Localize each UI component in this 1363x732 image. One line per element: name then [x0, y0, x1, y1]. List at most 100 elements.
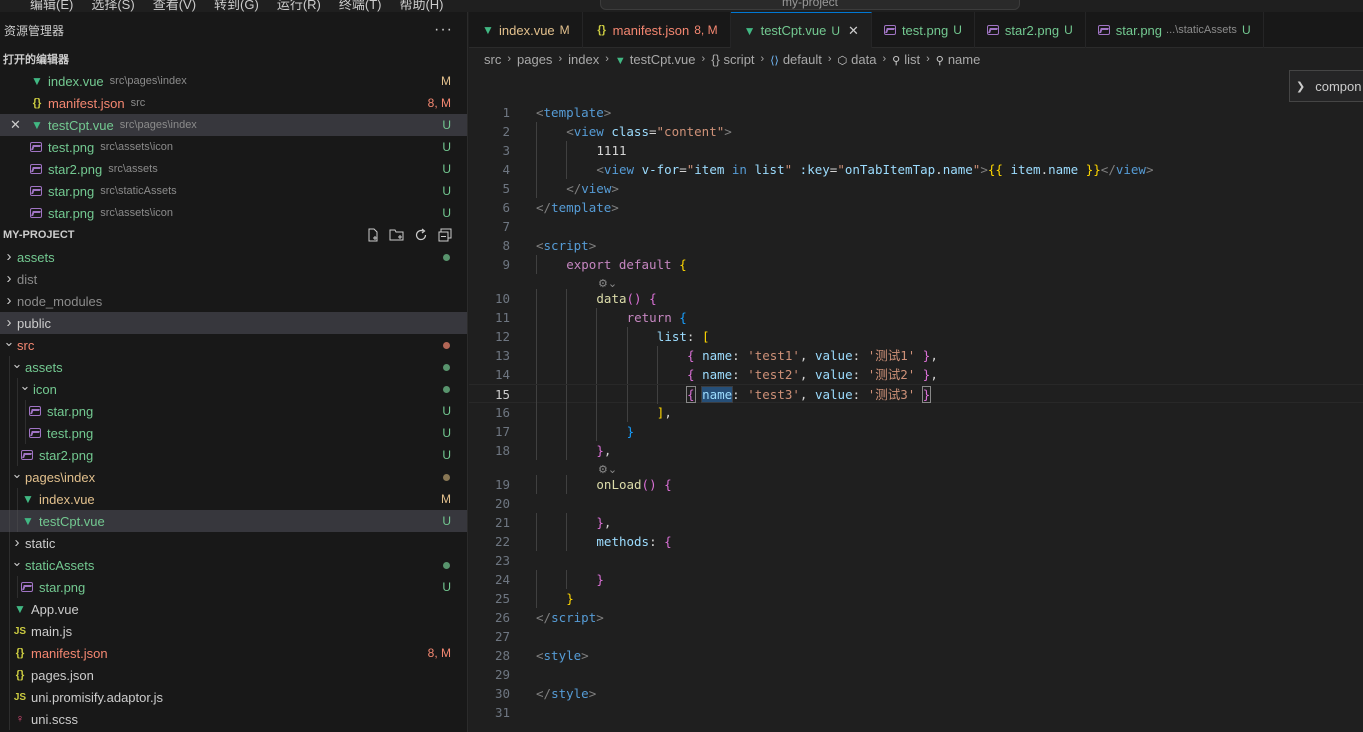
code-line[interactable]: 4 <view v-for="item in list" :key="onTabI… [469, 160, 1363, 179]
editor-tab[interactable]: star.png ...\staticAssets U [1086, 12, 1264, 48]
tree-file[interactable]: {} manifest.json 8, M [0, 642, 467, 664]
open-editor-item[interactable]: ✕ ▼ testCpt.vue src\pages\index U [0, 114, 467, 136]
breadcrumb-item[interactable]: index [568, 52, 599, 67]
code-line[interactable]: 23 [469, 551, 1363, 570]
tree-folder[interactable]: › public [0, 312, 467, 334]
chevron-right-icon[interactable]: › [11, 534, 23, 551]
breadcrumb-item[interactable]: src [484, 52, 501, 67]
tree-file[interactable]: ▼ testCpt.vue U [0, 510, 467, 532]
code-line[interactable]: 5 </view> [469, 179, 1363, 198]
code-line[interactable]: 20 [469, 494, 1363, 513]
code-line[interactable]: 31 [469, 703, 1363, 722]
code-line[interactable]: 30 </style> [469, 684, 1363, 703]
code-line[interactable]: 14 { name: 'test2', value: '测试2' }, [469, 365, 1363, 384]
chevron-right-icon[interactable]: › [3, 314, 15, 331]
code-line[interactable]: 16], [469, 403, 1363, 422]
close-icon[interactable]: ✕ [10, 117, 21, 133]
tree-folder[interactable]: ⌄ pages\index [0, 466, 467, 488]
open-editor-item[interactable]: star.png src\assets\icon U [0, 202, 467, 224]
menu-item[interactable]: 终端(T) [339, 0, 382, 12]
tree-folder[interactable]: › dist [0, 268, 467, 290]
code-line[interactable]: 22 methods: { [469, 532, 1363, 551]
chevron-right-icon[interactable]: › [3, 292, 15, 309]
open-editor-item[interactable]: ▼ index.vue src\pages\index M [0, 70, 467, 92]
chevron-right-icon[interactable]: › [3, 270, 15, 287]
tree-file[interactable]: test.png U [0, 422, 467, 444]
editor-tab[interactable]: test.png U [872, 12, 975, 48]
sticky-outline-peek[interactable]: ❯ compon [1289, 70, 1363, 102]
code-line[interactable]: 9 export default { [469, 255, 1363, 274]
tree-file[interactable]: ▼ index.vue M [0, 488, 467, 510]
code-line[interactable]: 12 list: [ [469, 327, 1363, 346]
code-line[interactable]: 17} [469, 422, 1363, 441]
project-section-header[interactable]: MY-PROJECT [0, 224, 467, 246]
tree-folder[interactable]: ⌄ icon [0, 378, 467, 400]
code-line[interactable]: 24} [469, 570, 1363, 589]
chevron-right-icon[interactable]: ❯ [1296, 80, 1305, 93]
tree-file[interactable]: star.png U [0, 400, 467, 422]
menu-item[interactable]: 帮助(H) [399, 0, 443, 12]
code-line[interactable]: 10 data() { [469, 289, 1363, 308]
tree-folder[interactable]: › static [0, 532, 467, 554]
code-line[interactable]: 15 { name: 'test3', value: '测试3' } [469, 384, 1363, 404]
code-line[interactable]: 25} [469, 589, 1363, 608]
open-editor-item[interactable]: {} manifest.json src 8, M [0, 92, 467, 114]
code-line[interactable]: 19 onLoad() { [469, 475, 1363, 494]
code-editor[interactable]: 1 <template> 2 <view class="content"> 3 1111 4… [469, 70, 1363, 732]
breadcrumb-item[interactable]: ⚲ list [892, 52, 920, 67]
tree-folder[interactable]: ⌄ assets [0, 356, 467, 378]
open-editor-item[interactable]: star.png src\staticAssets U [0, 180, 467, 202]
chevron-down-icon[interactable]: ⌄ [3, 334, 15, 350]
code-line[interactable]: 26 </script> [469, 608, 1363, 627]
tree-file[interactable]: star2.png U [0, 444, 467, 466]
code-line[interactable]: 29 [469, 665, 1363, 684]
code-line[interactable]: 11 return { [469, 308, 1363, 327]
code-line[interactable]: 21}, [469, 513, 1363, 532]
new-file-icon[interactable] [365, 227, 381, 243]
tree-folder[interactable]: ⌄ staticAssets [0, 554, 467, 576]
code-line[interactable]: 28 <style> [469, 646, 1363, 665]
open-editor-item[interactable]: test.png src\assets\icon U [0, 136, 467, 158]
menu-item[interactable]: 运行(R) [277, 0, 321, 12]
tree-file[interactable]: star.png U [0, 576, 467, 598]
tree-file[interactable]: ▼ App.vue [0, 598, 467, 620]
code-line[interactable]: 1 <template> [469, 103, 1363, 122]
breadcrumb-item[interactable]: pages [517, 52, 552, 67]
open-editors-title[interactable]: 打开的编辑器 [0, 48, 467, 70]
command-center[interactable]: my-project [600, 0, 1020, 10]
new-folder-icon[interactable] [389, 227, 405, 243]
menu-item[interactable]: 查看(V) [153, 0, 196, 12]
menu-item[interactable]: 编辑(E) [30, 0, 73, 12]
tree-file[interactable]: ♀ uni.scss [0, 708, 467, 730]
editor-tab[interactable]: {} manifest.json 8, M [583, 12, 731, 48]
tree-file[interactable]: JS main.js [0, 620, 467, 642]
code-line[interactable]: 27 [469, 627, 1363, 646]
chevron-down-icon[interactable]: ⌄ [11, 554, 23, 570]
breadcrumb-item[interactable]: ⬡ data [838, 52, 877, 67]
menu-item[interactable]: 转到(G) [214, 0, 259, 12]
code-line[interactable]: 3 1111 [469, 141, 1363, 160]
code-line[interactable]: 13 { name: 'test1', value: '测试1' }, [469, 346, 1363, 365]
collapse-icon[interactable] [437, 227, 453, 243]
chevron-down-icon[interactable]: ⌄ [11, 466, 23, 482]
breadcrumb-item[interactable]: ▼ testCpt.vue [615, 52, 696, 67]
code-line[interactable]: 8 <script> [469, 236, 1363, 255]
editor-tab[interactable]: ▼ index.vue M [469, 12, 583, 48]
close-icon[interactable]: ✕ [848, 23, 859, 39]
more-actions-icon[interactable]: ··· [434, 21, 453, 39]
chevron-right-icon[interactable]: › [3, 248, 15, 265]
tree-file[interactable]: JS uni.promisify.adaptor.js [0, 686, 467, 708]
code-line[interactable]: 18}, [469, 441, 1363, 460]
open-editor-item[interactable]: star2.png src\assets U [0, 158, 467, 180]
tree-folder[interactable]: › assets [0, 246, 467, 268]
editor-tab[interactable]: ▼ testCpt.vue U ✕ [730, 12, 872, 48]
chevron-down-icon[interactable]: ⌄ [19, 378, 31, 394]
tree-file[interactable]: {} pages.json [0, 664, 467, 686]
refresh-icon[interactable] [413, 227, 429, 243]
breadcrumb-item[interactable]: ⚲ name [936, 52, 981, 67]
tree-folder[interactable]: ⌄ src [0, 334, 467, 356]
chevron-down-icon[interactable]: ⌄ [11, 356, 23, 372]
breadcrumb-item[interactable]: {} script [711, 52, 754, 67]
code-line[interactable]: 7 [469, 217, 1363, 236]
menu-item[interactable]: 选择(S) [91, 0, 134, 12]
